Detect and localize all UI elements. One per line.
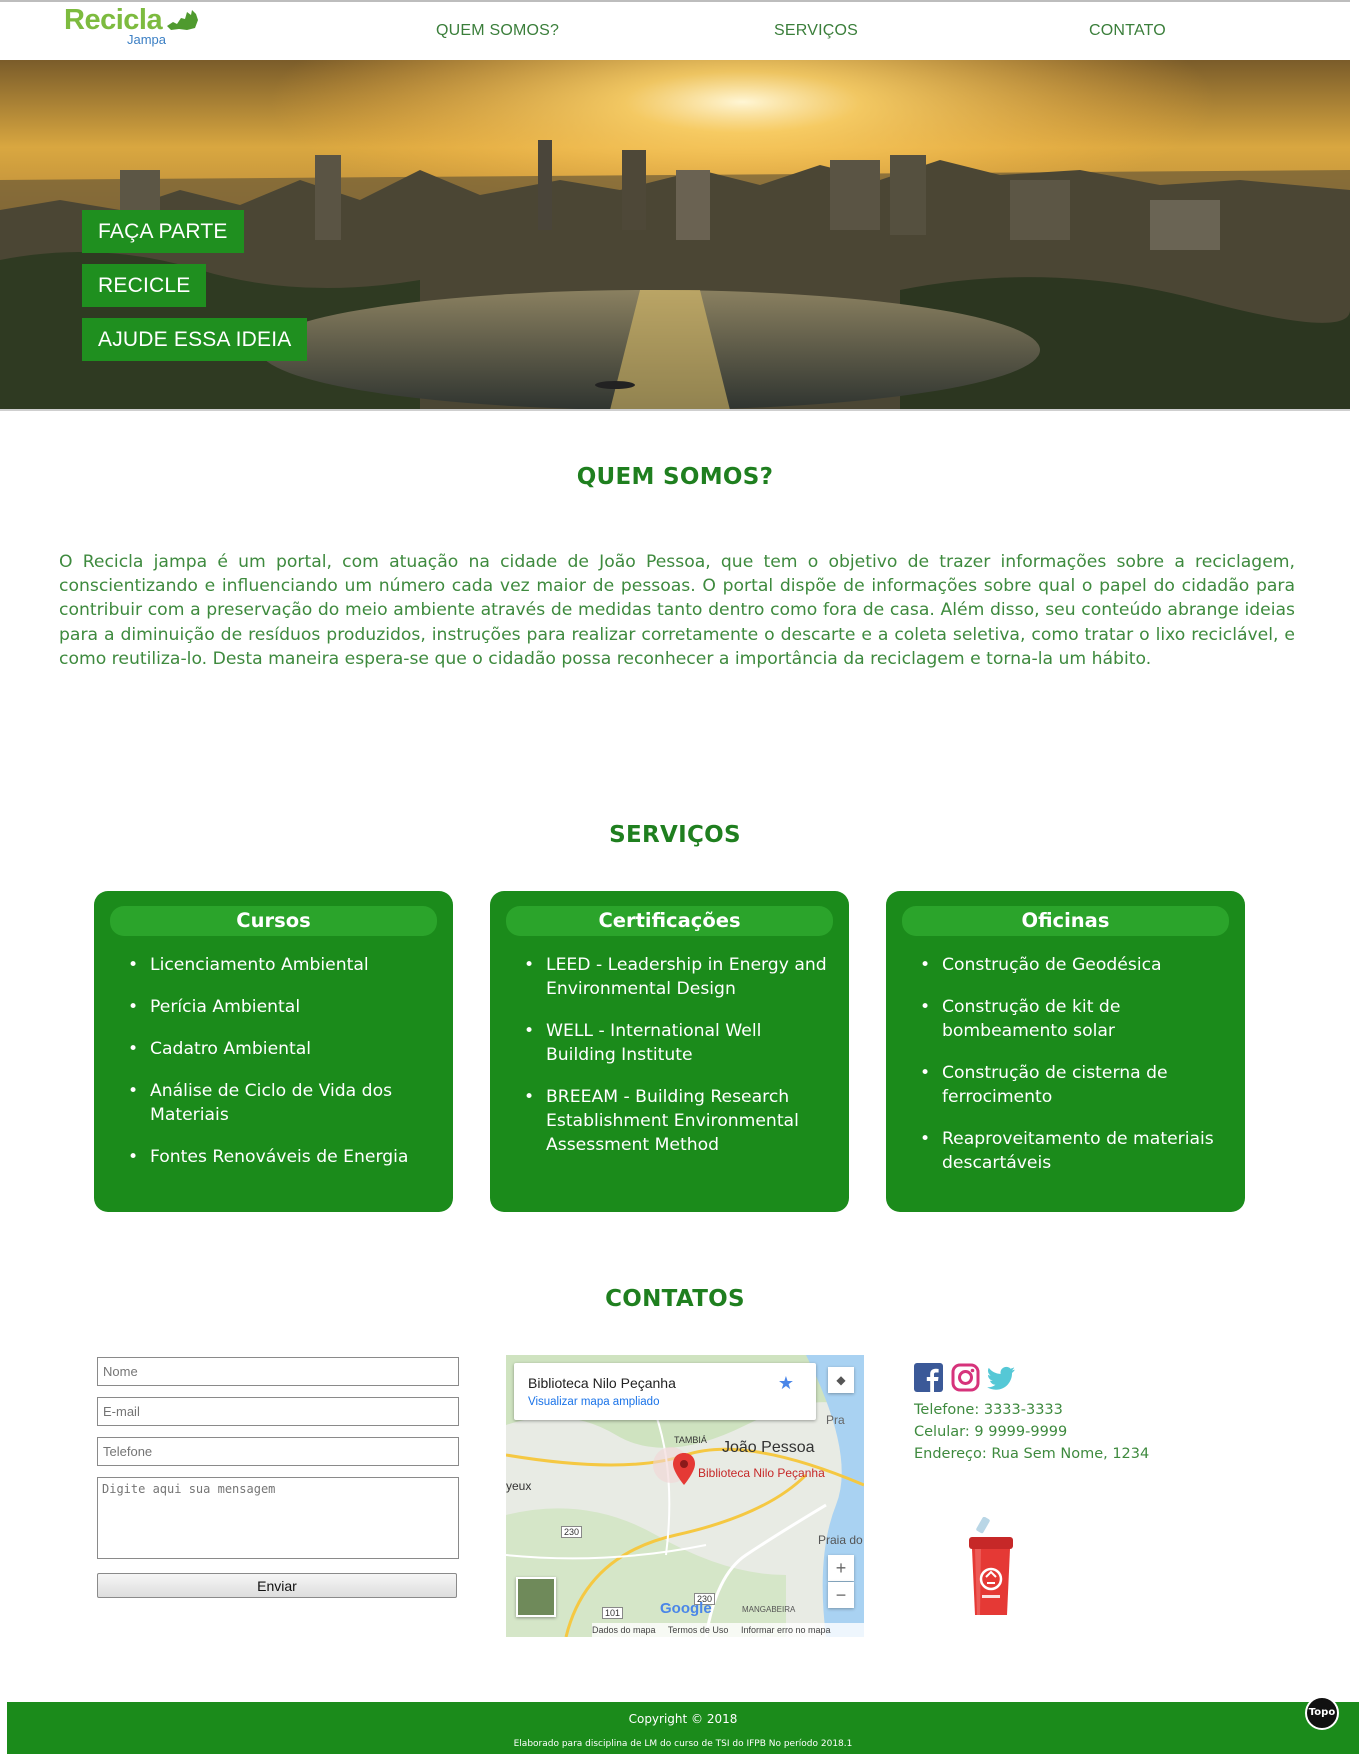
site-footer: Copyright © 2018 Elaborado para discipli…	[7, 1702, 1359, 1754]
card-title: Cursos	[110, 906, 437, 936]
services-title: SERVIÇOS	[609, 822, 741, 848]
map-pin-label: Biblioteca Nilo Peçanha	[698, 1466, 825, 1480]
list-item: BREEAM - Building Research Establishment…	[524, 1085, 830, 1157]
hero-button-faca-parte[interactable]: FAÇA PARTE	[82, 210, 244, 253]
card-title: Oficinas	[902, 906, 1229, 936]
logo-subtitle: Jampa	[127, 32, 167, 47]
list-item: Reaproveitamento de materiais descartáve…	[920, 1127, 1226, 1175]
service-card-cursos: Cursos Licenciamento Ambiental Perícia A…	[94, 891, 453, 1212]
about-text: O Recicla jampa é um portal, com atuação…	[59, 552, 1295, 669]
list-item: Cadatro Ambiental	[128, 1037, 434, 1061]
list-item: Fontes Renováveis de Energia	[128, 1145, 434, 1169]
map-place-name: Biblioteca Nilo Peçanha	[528, 1375, 676, 1391]
map-label-praia: Praia do	[818, 1533, 863, 1547]
twitter-icon[interactable]	[987, 1363, 1016, 1392]
directions-icon[interactable]: ◆	[828, 1367, 854, 1393]
list-item: Construção de Geodésica	[920, 953, 1226, 977]
nav-contato[interactable]: CONTATO	[1089, 22, 1166, 40]
contact-phone: Telefone: 3333-3333	[914, 1402, 1063, 1418]
map-info-card: Biblioteca Nilo Peçanha Visualizar mapa …	[514, 1363, 816, 1420]
list-item: Perícia Ambiental	[128, 995, 434, 1019]
contact-address: Endereço: Rua Sem Nome, 1234	[914, 1446, 1150, 1462]
instagram-icon[interactable]	[951, 1363, 980, 1392]
hero-button-ajude[interactable]: AJUDE ESSA IDEIA	[82, 318, 308, 361]
send-button[interactable]: Enviar	[97, 1573, 457, 1598]
card-list: Construção de Geodésica Construção de ki…	[920, 953, 1226, 1193]
list-item: Construção de kit de bombeamento solar	[920, 995, 1226, 1043]
hero-banner: FAÇA PARTE RECICLE AJUDE ESSA IDEIA	[0, 60, 1350, 410]
embedded-map[interactable]: Biblioteca Nilo Peçanha Visualizar mapa …	[506, 1355, 864, 1637]
map-label-mangabeira: MANGABEIRA	[742, 1605, 796, 1614]
facebook-icon[interactable]	[914, 1363, 943, 1392]
paraiba-map-icon	[167, 10, 198, 30]
map-label-yeux: yeux	[506, 1479, 532, 1493]
map-footer-terms[interactable]: Termos de Uso	[668, 1625, 729, 1635]
hero-divider	[0, 409, 1350, 411]
phone-field[interactable]	[97, 1437, 459, 1466]
service-card-oficinas: Oficinas Construção de Geodésica Constru…	[886, 891, 1245, 1212]
site-header: Recicla Jampa QUEM SOMOS? SERVIÇOS CONTA…	[0, 2, 1350, 60]
map-road-label: 230	[561, 1526, 583, 1538]
card-list: Licenciamento Ambiental Perícia Ambienta…	[128, 953, 434, 1187]
card-title: Certificações	[506, 906, 833, 936]
list-item: Análise de Ciclo de Vida dos Materiais	[128, 1079, 434, 1127]
contacts-title: CONTATOS	[605, 1286, 745, 1312]
about-title: QUEM SOMOS?	[576, 464, 774, 490]
list-item: Licenciamento Ambiental	[128, 953, 434, 977]
list-item: LEED - Leadership in Energy and Environm…	[524, 953, 830, 1001]
zoom-out-button[interactable]: −	[828, 1582, 854, 1608]
map-enlarge-link[interactable]: Visualizar mapa ampliado	[528, 1396, 659, 1408]
google-logo: Google	[660, 1600, 712, 1617]
name-field[interactable]	[97, 1357, 459, 1386]
map-label-city: João Pessoa	[722, 1439, 815, 1456]
back-to-top-button[interactable]: Topo	[1305, 1696, 1339, 1730]
copyright-text: Copyright © 2018	[628, 1712, 738, 1726]
nav-servicos[interactable]: SERVIÇOS	[774, 22, 858, 40]
map-pin-icon	[673, 1453, 695, 1485]
email-field[interactable]	[97, 1397, 459, 1426]
card-list: LEED - Leadership in Energy and Environm…	[524, 953, 830, 1175]
zoom-in-button[interactable]: +	[828, 1555, 854, 1581]
hero-button-recicle[interactable]: RECICLE	[82, 264, 207, 307]
recycling-bin-icon	[969, 1517, 1013, 1615]
map-footer: Dados do mapa Termos de Uso Informar err…	[592, 1623, 864, 1637]
list-item: WELL - International Well Building Insti…	[524, 1019, 830, 1067]
star-icon[interactable]: ★	[778, 1373, 794, 1394]
footer-credits: Elaborado para disciplina de LM do curso…	[513, 1739, 853, 1749]
map-footer-report[interactable]: Informar erro no mapa	[741, 1625, 831, 1635]
map-label-tambia: TAMBIÁ	[674, 1435, 707, 1445]
satellite-thumbnail[interactable]	[516, 1577, 556, 1617]
map-label-pra: Pra	[826, 1413, 845, 1427]
site-logo[interactable]: Recicla Jampa	[64, 4, 204, 50]
nav-quem-somos[interactable]: QUEM SOMOS?	[436, 22, 559, 40]
map-road-label: 101	[602, 1607, 624, 1619]
message-field[interactable]	[97, 1477, 459, 1559]
map-footer-data[interactable]: Dados do mapa	[592, 1625, 656, 1635]
service-card-certificacoes: Certificações LEED - Leadership in Energ…	[490, 891, 849, 1212]
list-item: Construção de cisterna de ferrocimento	[920, 1061, 1226, 1109]
contact-mobile: Celular: 9 9999-9999	[914, 1424, 1068, 1440]
